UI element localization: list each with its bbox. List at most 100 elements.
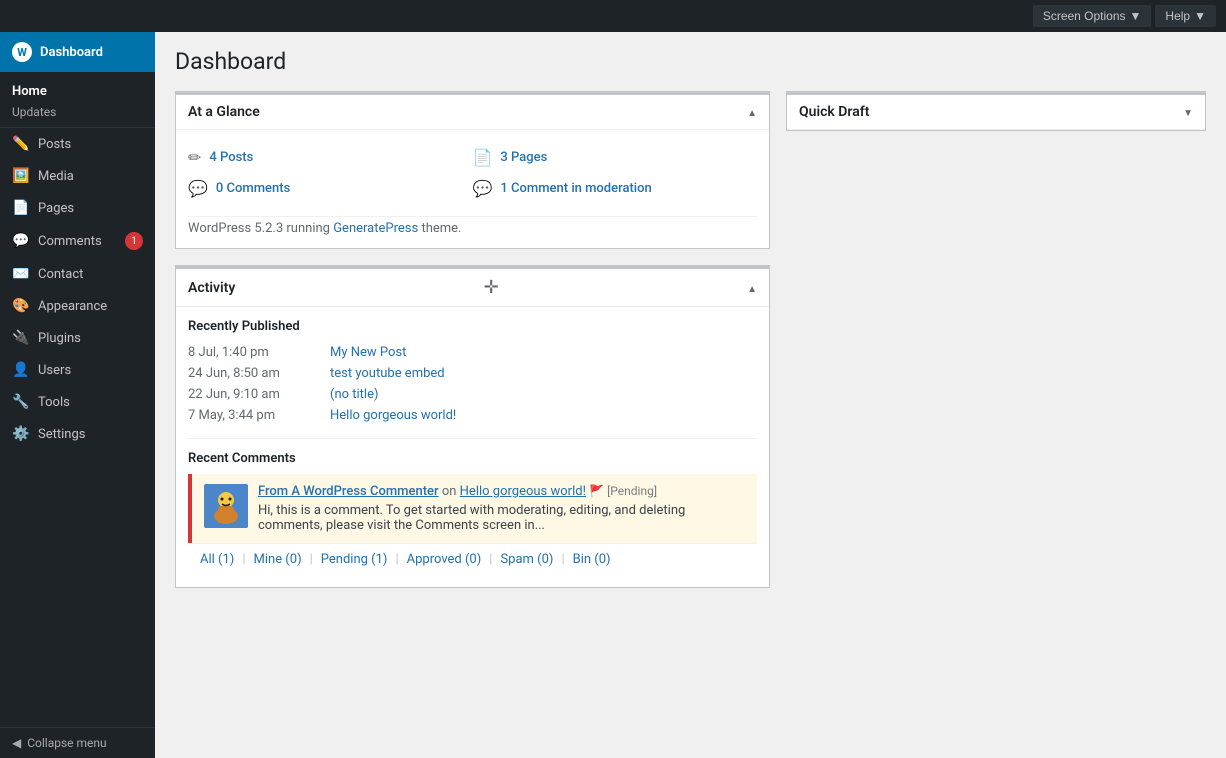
- main-layout: W Dashboard Home Updates ✏️ Posts 🖼️ Med…: [0, 32, 1226, 758]
- at-a-glance-header[interactable]: At a Glance: [176, 95, 769, 130]
- activity-post-row: 24 Jun, 8:50 am test youtube embed: [188, 363, 757, 384]
- media-icon: 🖼️: [12, 168, 30, 184]
- pending-flag-icon: 🚩: [589, 484, 604, 498]
- sidebar-label-tools: Tools: [38, 395, 70, 410]
- filter-separator: |: [561, 552, 564, 567]
- comment-item: From A WordPress Commenter on Hello gorg…: [188, 474, 757, 543]
- at-a-glance-toggle[interactable]: [747, 103, 757, 121]
- filter-separator: |: [310, 552, 313, 567]
- activity-move-icon: ✛: [484, 277, 499, 298]
- comment-filters: All (1)|Mine (0)|Pending (1)|Approved (0…: [188, 543, 757, 575]
- at-a-glance-widget: At a Glance ✏ 4 Posts 📄 3 Pages: [175, 91, 770, 249]
- activity-toggle[interactable]: [747, 279, 757, 297]
- sidebar-menu: ✏️ Posts 🖼️ Media 📄 Pages 💬 Comments 1 ✉…: [0, 128, 155, 450]
- glance-comments: 💬 0 Comments: [188, 173, 473, 204]
- posts-icon: ✏️: [12, 136, 30, 152]
- posts-count-link[interactable]: 4 Posts: [209, 150, 253, 165]
- comment-avatar: [204, 484, 248, 528]
- sidebar-item-comments[interactable]: 💬 Comments 1: [0, 224, 155, 258]
- filter-all[interactable]: All (1): [200, 552, 234, 567]
- sidebar-item-pages[interactable]: 📄 Pages: [0, 192, 155, 224]
- glance-posts: ✏ 4 Posts: [188, 142, 473, 173]
- glance-pages: 📄 3 Pages: [473, 142, 758, 173]
- screen-options-label: Screen Options: [1043, 9, 1126, 23]
- pages-icon: 📄: [473, 148, 493, 167]
- activity-posts-list: 8 Jul, 1:40 pm My New Post 24 Jun, 8:50 …: [188, 342, 757, 426]
- activity-post-row: 22 Jun, 9:10 am (no title): [188, 384, 757, 405]
- sidebar-label-users: Users: [38, 363, 71, 378]
- comment-content: From A WordPress Commenter on Hello gorg…: [258, 484, 745, 533]
- comment-text: Hi, this is a comment. To get started wi…: [258, 503, 745, 533]
- recently-published-label: Recently Published: [188, 319, 757, 334]
- comments-badge: 1: [125, 232, 143, 250]
- collapse-label: Collapse menu: [27, 736, 106, 750]
- collapse-icon: ◀: [12, 736, 21, 750]
- wp-version-text: WordPress 5.2.3 running GeneratePress th…: [188, 216, 757, 236]
- sidebar-item-appearance[interactable]: 🎨 Appearance: [0, 290, 155, 322]
- sidebar-home-section: Home Updates: [0, 72, 155, 128]
- filter-bin[interactable]: Bin (0): [573, 552, 611, 567]
- appearance-icon: 🎨: [12, 298, 30, 314]
- moderation-count-link[interactable]: 1 Comment in moderation: [500, 181, 651, 196]
- quick-draft-header[interactable]: Quick Draft: [787, 95, 1205, 130]
- activity-post-date: 7 May, 3:44 pm: [188, 408, 318, 423]
- sidebar-label-pages: Pages: [38, 201, 74, 216]
- sidebar-collapse-button[interactable]: ◀ Collapse menu: [0, 727, 155, 758]
- activity-post-link[interactable]: test youtube embed: [330, 366, 445, 381]
- sidebar-label-media: Media: [38, 169, 74, 184]
- sidebar-item-updates[interactable]: Updates: [0, 103, 155, 123]
- sidebar-dashboard-header[interactable]: W Dashboard: [0, 32, 155, 72]
- sidebar-item-tools[interactable]: 🔧 Tools: [0, 386, 155, 418]
- filter-mine[interactable]: Mine (0): [254, 552, 302, 567]
- activity-post-link[interactable]: (no title): [330, 387, 379, 402]
- pages-icon: 📄: [12, 200, 30, 216]
- activity-post-link[interactable]: Hello gorgeous world!: [330, 408, 456, 423]
- wp-logo-icon: W: [12, 42, 32, 62]
- activity-divider: [188, 438, 757, 439]
- sidebar-item-media[interactable]: 🖼️ Media: [0, 160, 155, 192]
- activity-body: Recently Published 8 Jul, 1:40 pm My New…: [176, 307, 769, 587]
- sidebar-item-plugins[interactable]: 🔌 Plugins: [0, 322, 155, 354]
- settings-icon: ⚙️: [12, 426, 30, 442]
- help-chevron-icon: ▼: [1194, 9, 1206, 23]
- right-column: Quick Draft: [786, 91, 1206, 131]
- contact-icon: ✉️: [12, 266, 30, 282]
- sidebar-item-settings[interactable]: ⚙️ Settings: [0, 418, 155, 450]
- sidebar-label-settings: Settings: [38, 427, 85, 442]
- activity-post-row: 7 May, 3:44 pm Hello gorgeous world!: [188, 405, 757, 426]
- sidebar-label-comments: Comments: [38, 234, 102, 249]
- comments-icon: 💬: [12, 233, 30, 249]
- pages-count-link[interactable]: 3 Pages: [500, 150, 547, 165]
- plugins-icon: 🔌: [12, 330, 30, 346]
- activity-header[interactable]: Activity ✛: [176, 269, 769, 307]
- sidebar-item-home[interactable]: Home: [0, 80, 155, 103]
- dashboard-grid: At a Glance ✏ 4 Posts 📄 3 Pages: [175, 91, 1206, 604]
- activity-post-date: 8 Jul, 1:40 pm: [188, 345, 318, 360]
- sidebar-item-users[interactable]: 👤 Users: [0, 354, 155, 386]
- filter-pending[interactable]: Pending (1): [321, 552, 388, 567]
- activity-post-link[interactable]: My New Post: [330, 345, 406, 360]
- sidebar-dashboard-label: Dashboard: [40, 45, 103, 60]
- sidebar-item-contact[interactable]: ✉️ Contact: [0, 258, 155, 290]
- quick-draft-toggle[interactable]: [1183, 103, 1193, 121]
- posts-icon: ✏: [188, 148, 201, 167]
- users-icon: 👤: [12, 362, 30, 378]
- theme-link[interactable]: GeneratePress: [333, 221, 418, 236]
- screen-options-button[interactable]: Screen Options ▼: [1033, 5, 1152, 27]
- top-bar: Screen Options ▼ Help ▼: [0, 0, 1226, 32]
- filter-approved[interactable]: Approved (0): [407, 552, 482, 567]
- left-column: At a Glance ✏ 4 Posts 📄 3 Pages: [175, 91, 770, 604]
- comment-author-link[interactable]: From A WordPress Commenter: [258, 484, 439, 499]
- sidebar-label-plugins: Plugins: [38, 331, 81, 346]
- glance-stats-grid: ✏ 4 Posts 📄 3 Pages 💬 0 Comments: [188, 142, 757, 204]
- comment-post-link[interactable]: Hello gorgeous world!: [460, 484, 586, 499]
- page-title: Dashboard: [175, 48, 1206, 75]
- tools-icon: 🔧: [12, 394, 30, 410]
- help-button[interactable]: Help ▼: [1155, 5, 1216, 27]
- sidebar-item-posts[interactable]: ✏️ Posts: [0, 128, 155, 160]
- help-label: Help: [1165, 9, 1190, 23]
- activity-post-date: 24 Jun, 8:50 am: [188, 366, 318, 381]
- comments-count-link[interactable]: 0 Comments: [216, 181, 290, 196]
- filter-spam[interactable]: Spam (0): [500, 552, 553, 567]
- sidebar: W Dashboard Home Updates ✏️ Posts 🖼️ Med…: [0, 32, 155, 758]
